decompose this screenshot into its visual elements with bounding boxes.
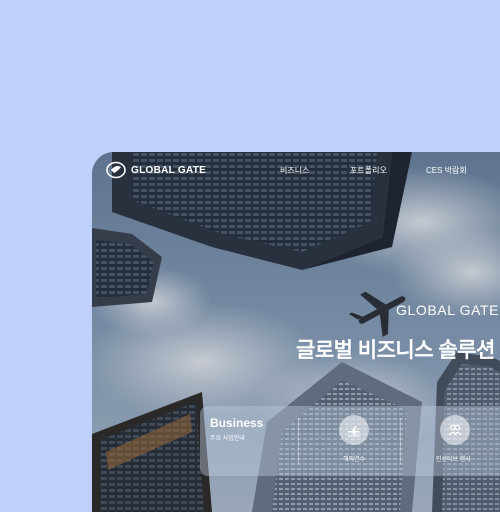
divider [400,418,401,464]
business-card-subtitle: 주요 사업안내 [210,436,245,442]
logo-text: GLOBAL GATE [131,164,207,176]
service-overseas-training-button[interactable] [339,415,369,445]
business-card-title: Business [210,416,264,430]
brand-logo[interactable]: GLOBAL GATE [106,161,206,179]
service-incentive-event-button[interactable] [440,415,470,445]
hero-brand-text: GLOBAL GATE [396,302,500,318]
nav-item-ces-expo[interactable]: CES 박람회 [426,165,467,176]
people-icon [448,424,462,436]
business-card: Business 주요 사업안내 해외연수 인센티브 행사 [200,406,500,476]
browser-preview-window: GLOBAL GATE 비즈니스 포트폴리오 CES 박람회 GLOBAL GA… [92,152,500,512]
top-navigation: GLOBAL GATE 비즈니스 포트폴리오 CES 박람회 [92,152,500,188]
hero-title: 글로벌 비즈니스 솔루션 [296,339,495,362]
divider [298,418,299,464]
service-label-overseas-training: 해외연수 [343,457,366,463]
service-label-incentive-event: 인센티브 행사 [436,457,471,463]
nav-item-portfolio[interactable]: 포트폴리오 [350,165,387,176]
airplane-icon [348,426,360,437]
nav-item-business[interactable]: 비즈니스 [280,165,309,176]
globe-logo-icon [106,161,126,179]
